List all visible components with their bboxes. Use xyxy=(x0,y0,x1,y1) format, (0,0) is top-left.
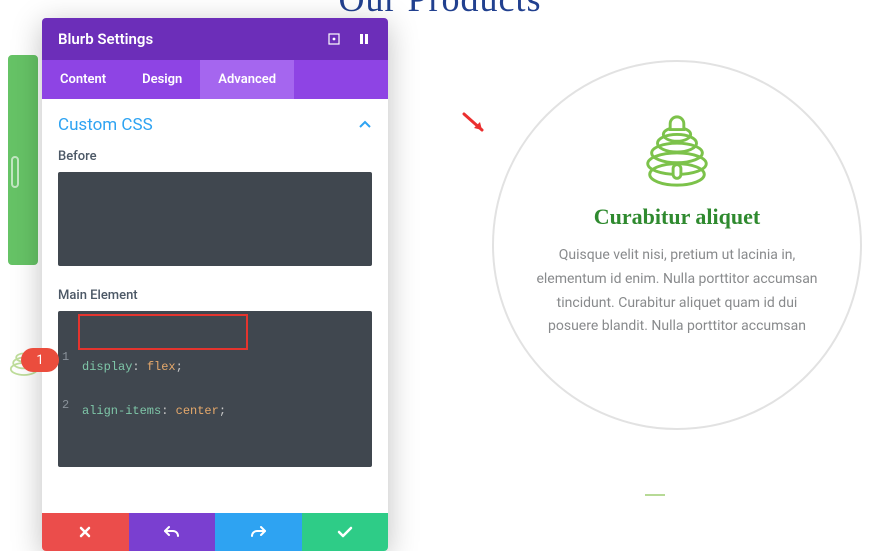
product-title: Curabitur aliquet xyxy=(594,204,760,230)
annotation-badge-1: 1 xyxy=(21,348,59,372)
line-number: 2 xyxy=(62,397,120,413)
line-number: 1 xyxy=(62,349,120,365)
field-label-main-element: Main Element xyxy=(58,288,372,303)
undo-icon xyxy=(164,525,180,539)
undo-button[interactable] xyxy=(129,513,216,551)
section-toggle-custom-css[interactable]: Custom CSS xyxy=(58,115,372,135)
drag-handle-icon[interactable] xyxy=(356,31,372,47)
code-editor-main-element[interactable]: 1 2 display: flex; align-items: center; xyxy=(58,311,372,467)
close-icon xyxy=(78,525,92,539)
beehive-icon xyxy=(638,112,716,190)
page-title: Our Products xyxy=(339,0,542,20)
save-button[interactable] xyxy=(302,513,389,551)
background-card-left xyxy=(8,55,38,265)
code-line: display: flex; xyxy=(82,359,366,375)
modal-titlebar: Blurb Settings xyxy=(42,18,388,60)
settings-tabs: Content Design Advanced xyxy=(42,60,388,99)
settings-panel-body: Custom CSS Before Main Element 1 2 displ… xyxy=(42,99,388,513)
tab-design[interactable]: Design xyxy=(124,60,200,99)
tab-advanced[interactable]: Advanced xyxy=(200,60,294,99)
code-line: align-items: center; xyxy=(82,403,366,419)
modal-title-text: Blurb Settings xyxy=(58,30,153,48)
tab-content[interactable]: Content xyxy=(42,60,124,99)
chevron-up-icon xyxy=(358,118,372,132)
cancel-button[interactable] xyxy=(42,513,129,551)
check-icon xyxy=(337,525,353,539)
background-card-icon xyxy=(11,156,19,188)
product-card: Curabitur aliquet Quisque velit nisi, pr… xyxy=(492,60,862,430)
expand-icon[interactable] xyxy=(326,31,342,47)
field-label-before: Before xyxy=(58,149,372,164)
redo-icon xyxy=(250,525,266,539)
redo-button[interactable] xyxy=(215,513,302,551)
modal-footer xyxy=(42,513,388,551)
product-description: Quisque velit nisi, pretium ut lacinia i… xyxy=(536,244,818,339)
annotation-arrow-icon xyxy=(460,110,488,138)
blurb-settings-modal: Blurb Settings Content Design Advanced C… xyxy=(42,18,388,551)
next-card-peek xyxy=(645,494,665,502)
section-title: Custom CSS xyxy=(58,115,153,135)
code-editor-before[interactable] xyxy=(58,172,372,266)
code-gutter: 1 2 xyxy=(62,317,120,445)
